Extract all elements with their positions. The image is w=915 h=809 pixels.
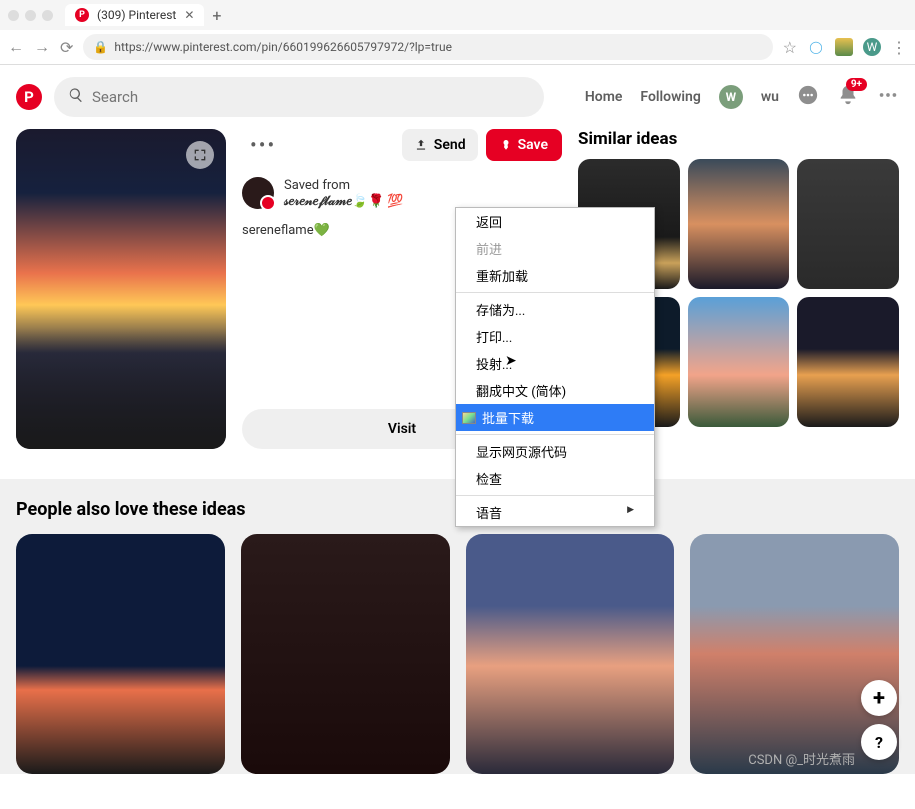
ctx-cast[interactable]: 投射... [456, 350, 654, 377]
close-tab-icon[interactable]: ✕ [184, 8, 194, 22]
search-input[interactable] [92, 88, 530, 106]
pinterest-favicon-icon: P [75, 8, 89, 22]
profile-icon[interactable]: W [863, 38, 881, 56]
love-pin[interactable] [241, 534, 450, 774]
browser-chrome: P (309) Pinterest ✕ + ← → ⟳ 🔒 https://ww… [0, 0, 915, 65]
overflow-menu-icon[interactable] [877, 84, 899, 110]
address-bar-row: ← → ⟳ 🔒 https://www.pinterest.com/pin/66… [0, 30, 915, 64]
maximize-window[interactable] [42, 10, 53, 21]
extension-icon[interactable] [835, 38, 853, 56]
pin-actions: ••• Send Save [242, 129, 562, 161]
search-icon [68, 87, 84, 107]
bookmark-star-icon[interactable]: ☆ [783, 38, 797, 57]
app-header: P Home Following W wu 9+ [0, 65, 915, 129]
ctx-forward: 前进 [456, 235, 654, 262]
ctx-translate[interactable]: 翻成中文 (简体) [456, 377, 654, 404]
reload-button[interactable]: ⟳ [60, 38, 73, 57]
browser-menu-icon[interactable]: ⋮ [891, 38, 907, 57]
pinterest-logo-icon[interactable]: P [16, 84, 42, 110]
tab-bar: P (309) Pinterest ✕ + [0, 0, 915, 30]
ctx-view-source[interactable]: 显示网页源代码 [456, 438, 654, 465]
close-window[interactable] [8, 10, 19, 21]
expand-icon[interactable] [186, 141, 214, 169]
more-button[interactable]: ••• [242, 129, 284, 161]
notifications-icon[interactable]: 9+ [837, 84, 859, 110]
main-content: ••• Send Save Saved from 𝓈𝑒𝓇𝑒𝓃𝑒𝒻𝓁𝒶𝓂𝑒🍃🌹 💯… [0, 129, 915, 469]
browser-tab[interactable]: P (309) Pinterest ✕ [65, 4, 204, 26]
save-button[interactable]: Save [486, 129, 562, 161]
similar-pin[interactable] [797, 159, 899, 289]
address-bar[interactable]: 🔒 https://www.pinterest.com/pin/66019962… [83, 34, 772, 60]
extension-icon[interactable]: ◯ [807, 38, 825, 56]
help-fab[interactable]: ? [861, 724, 897, 760]
minimize-window[interactable] [25, 10, 36, 21]
send-label: Send [434, 137, 466, 153]
lock-icon: 🔒 [93, 40, 108, 54]
add-fab[interactable]: + [861, 680, 897, 716]
ctx-inspect[interactable]: 检查 [456, 465, 654, 492]
similar-pin[interactable] [688, 159, 790, 289]
messages-icon[interactable] [797, 84, 819, 110]
ctx-reload[interactable]: 重新加载 [456, 262, 654, 289]
saved-from-label: Saved from [284, 178, 404, 193]
tab-title: (309) Pinterest [97, 8, 176, 22]
ctx-save-as[interactable]: 存储为... [456, 296, 654, 323]
watermark: CSDN @_时光煮雨 [748, 749, 855, 768]
similar-pin[interactable] [797, 297, 899, 427]
url-text: https://www.pinterest.com/pin/6601996266… [114, 40, 452, 54]
header-nav: Home Following W wu 9+ [585, 84, 899, 110]
ctx-separator [456, 292, 654, 293]
ctx-speech[interactable]: 语音 [456, 499, 654, 526]
download-ext-icon [462, 412, 476, 424]
love-pin[interactable] [16, 534, 225, 774]
ctx-separator [456, 495, 654, 496]
notification-badge: 9+ [846, 78, 867, 91]
window-controls [8, 10, 53, 21]
cursor-icon: ➤ [505, 353, 517, 369]
forward-button[interactable]: → [34, 37, 50, 57]
search-bar[interactable] [54, 77, 544, 117]
home-link[interactable]: Home [585, 89, 623, 105]
similar-ideas-title: Similar ideas [578, 129, 899, 149]
ctx-batch-download-label: 批量下载 [482, 408, 534, 427]
similar-pin[interactable] [688, 297, 790, 427]
ctx-batch-download[interactable]: 批量下载 [456, 404, 654, 431]
saved-from-name: 𝓈𝑒𝓇𝑒𝓃𝑒𝒻𝓁𝒶𝓂𝑒🍃🌹 💯 [284, 193, 404, 209]
username[interactable]: wu [761, 89, 779, 105]
context-menu: 返回 前进 重新加载 存储为... 打印... 投射... 翻成中文 (简体) … [455, 207, 655, 527]
save-label: Save [518, 137, 548, 153]
source-avatar [242, 177, 274, 209]
saved-from-row[interactable]: Saved from 𝓈𝑒𝓇𝑒𝓃𝑒𝒻𝓁𝒶𝓂𝑒🍃🌹 💯 [242, 177, 562, 209]
ctx-back[interactable]: 返回 [456, 208, 654, 235]
new-tab-button[interactable]: + [212, 6, 221, 25]
ctx-separator [456, 434, 654, 435]
upload-icon [414, 138, 428, 152]
pin-main-image[interactable] [16, 129, 226, 449]
following-link[interactable]: Following [640, 89, 700, 105]
pin-icon [500, 138, 512, 152]
love-pin[interactable] [466, 534, 675, 774]
ctx-print[interactable]: 打印... [456, 323, 654, 350]
avatar[interactable]: W [719, 85, 743, 109]
saved-from-text: Saved from 𝓈𝑒𝓇𝑒𝓃𝑒𝒻𝓁𝒶𝓂𝑒🍃🌹 💯 [284, 178, 404, 209]
pin-image-column [16, 129, 226, 449]
also-love-grid [16, 534, 899, 774]
back-button[interactable]: ← [8, 37, 24, 57]
send-button[interactable]: Send [402, 129, 478, 161]
